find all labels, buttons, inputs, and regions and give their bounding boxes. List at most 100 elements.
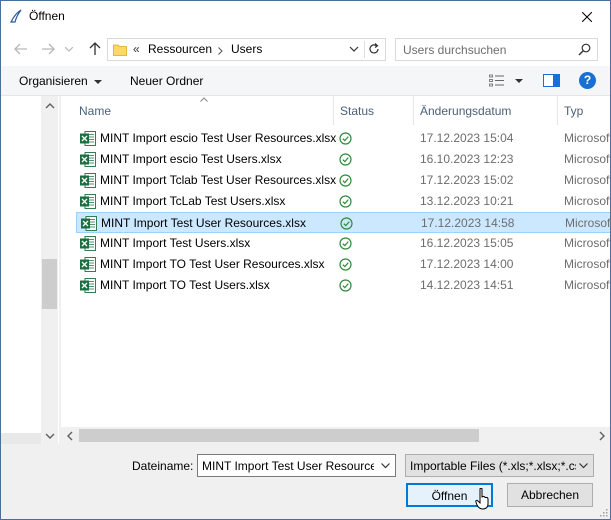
refresh-icon[interactable] bbox=[367, 42, 381, 56]
arrow-up-icon bbox=[89, 42, 101, 55]
dialog-footer: Dateiname: MINT Import Test User Resourc… bbox=[1, 444, 610, 519]
close-icon bbox=[582, 11, 592, 22]
filetype-select[interactable]: Importable Files (*.xls;*.xlsx;*.csv) bbox=[405, 454, 594, 477]
open-file-dialog: Öffnen « Ressourcen Users Users durchsuc… bbox=[0, 0, 611, 520]
search-input[interactable]: Users durchsuchen bbox=[403, 43, 506, 57]
file-row[interactable]: MINT Import TO Test User Resources.xlsx 1… bbox=[76, 254, 610, 275]
chevron-down-icon[interactable] bbox=[347, 42, 361, 56]
file-date: 17.12.2023 14:58 bbox=[421, 216, 515, 230]
file-date: 14.12.2023 14:51 bbox=[420, 278, 514, 292]
navigation-bar: « Ressourcen Users Users durchsuchen bbox=[1, 32, 610, 66]
column-divider[interactable] bbox=[557, 96, 558, 125]
search-box[interactable]: Users durchsuchen bbox=[395, 38, 598, 61]
arrow-left-icon bbox=[14, 43, 27, 55]
excel-file-icon bbox=[80, 278, 96, 293]
mouse-cursor-icon bbox=[475, 488, 489, 510]
excel-file-icon bbox=[81, 216, 97, 231]
file-date: 17.12.2023 15:04 bbox=[420, 131, 514, 145]
scroll-down-icon[interactable] bbox=[45, 432, 55, 440]
search-icon[interactable] bbox=[578, 43, 591, 56]
sync-status-ok-icon bbox=[340, 217, 353, 230]
file-date: 17.12.2023 14:00 bbox=[420, 257, 514, 271]
file-list[interactable]: Name Status Änderungsdatum Typ MINT Impo… bbox=[61, 96, 610, 444]
filename-label: Dateiname: bbox=[132, 459, 194, 473]
file-row[interactable]: MINT Import TcLab Test Users.xlsx 13.12.2… bbox=[76, 191, 610, 212]
forward-button[interactable] bbox=[39, 40, 57, 58]
app-logo-icon bbox=[10, 9, 22, 23]
cancel-button[interactable]: Abbrechen bbox=[507, 483, 593, 507]
scroll-right-icon[interactable] bbox=[598, 431, 606, 441]
navigation-pane-hscroll[interactable] bbox=[1, 433, 41, 444]
filename-input[interactable]: MINT Import Test User Resources bbox=[202, 459, 374, 473]
file-name: MINT Import Tclab Test User Resources.xl… bbox=[100, 173, 337, 187]
filename-combobox[interactable]: MINT Import Test User Resources bbox=[197, 454, 396, 477]
file-row[interactable]: MINT Import Tclab Test User Resources.xl… bbox=[76, 170, 610, 191]
file-list-hscroll-thumb[interactable] bbox=[79, 429, 479, 442]
view-options-caret-icon[interactable] bbox=[515, 79, 523, 83]
close-button[interactable] bbox=[564, 1, 610, 32]
file-date: 13.12.2023 10:21 bbox=[420, 194, 514, 208]
sync-status-ok-icon bbox=[339, 153, 352, 166]
sync-status-ok-icon bbox=[339, 174, 352, 187]
column-header-date[interactable]: Änderungsdatum bbox=[420, 96, 511, 125]
sync-status-ok-icon bbox=[339, 237, 352, 250]
folder-icon bbox=[113, 44, 127, 56]
scroll-left-icon[interactable] bbox=[66, 431, 74, 441]
scroll-up-icon[interactable] bbox=[45, 102, 55, 110]
details-view-icon[interactable] bbox=[489, 74, 505, 87]
file-row[interactable]: MINT Import Test User Resources.xlsx 17.1… bbox=[76, 212, 610, 233]
column-divider[interactable] bbox=[413, 96, 414, 125]
file-name: MINT Import escio Test User Resources.xl… bbox=[100, 131, 337, 145]
excel-file-icon bbox=[80, 194, 96, 209]
column-header-name[interactable]: Name bbox=[79, 96, 111, 125]
resize-grip-icon[interactable] bbox=[598, 507, 608, 517]
address-bar[interactable]: « Ressourcen Users bbox=[107, 38, 386, 61]
help-icon[interactable]: ? bbox=[579, 72, 596, 89]
caret-down-icon bbox=[93, 79, 102, 84]
organize-menu[interactable]: Organisieren bbox=[19, 74, 102, 88]
window-title: Öffnen bbox=[29, 9, 65, 23]
excel-file-icon bbox=[80, 257, 96, 272]
breadcrumb-ressourcen[interactable]: Ressourcen bbox=[148, 42, 212, 56]
excel-file-icon bbox=[80, 236, 96, 251]
file-name: MINT Import TO Test User Resources.xlsx bbox=[100, 257, 325, 271]
preview-pane-icon[interactable] bbox=[543, 74, 560, 87]
sync-status-ok-icon bbox=[339, 279, 352, 292]
address-divider bbox=[364, 41, 365, 58]
breadcrumb-users[interactable]: Users bbox=[231, 42, 262, 56]
breadcrumb-overflow[interactable]: « bbox=[133, 42, 140, 56]
file-name: MINT Import TcLab Test Users.xlsx bbox=[100, 194, 286, 208]
column-header-type[interactable]: Typ bbox=[564, 96, 583, 125]
file-name: MINT Import escio Test Users.xlsx bbox=[100, 152, 282, 166]
file-row[interactable]: MINT Import escio Test Users.xlsx 16.10.2… bbox=[76, 149, 610, 170]
excel-file-icon bbox=[80, 131, 96, 146]
up-button[interactable] bbox=[86, 40, 104, 58]
file-row[interactable]: MINT Import escio Test User Resources.xl… bbox=[76, 128, 610, 149]
file-type: Microsoft bbox=[564, 131, 610, 145]
title-bar: Öffnen bbox=[1, 1, 610, 32]
back-button[interactable] bbox=[12, 40, 30, 58]
arrow-right-icon bbox=[42, 43, 55, 55]
chevron-down-icon bbox=[65, 46, 73, 52]
organize-label: Organisieren bbox=[19, 74, 88, 88]
chevron-right-icon[interactable] bbox=[218, 47, 223, 55]
sync-status-ok-icon bbox=[339, 258, 352, 271]
filetype-value: Importable Files (*.xls;*.xlsx;*.csv) bbox=[410, 459, 576, 473]
file-type: Microsoft bbox=[564, 152, 610, 166]
chevron-down-icon[interactable] bbox=[578, 460, 589, 471]
file-date: 16.10.2023 12:23 bbox=[420, 152, 514, 166]
file-row[interactable]: MINT Import Test Users.xlsx 16.12.2023 15… bbox=[76, 233, 610, 254]
file-type: Microsoft bbox=[564, 173, 610, 187]
file-row[interactable]: MINT Import TO Test Users.xlsx 14.12.2023… bbox=[76, 275, 610, 296]
file-type: Microsoft bbox=[564, 194, 610, 208]
sort-ascending-icon bbox=[200, 97, 208, 102]
chevron-down-icon[interactable] bbox=[380, 460, 391, 471]
recent-locations-button[interactable] bbox=[63, 40, 75, 58]
column-divider[interactable] bbox=[333, 96, 334, 125]
navigation-pane-scroll-thumb[interactable] bbox=[42, 259, 57, 309]
navigation-pane[interactable] bbox=[1, 96, 59, 444]
column-header-status[interactable]: Status bbox=[340, 96, 374, 125]
file-list-hscroll[interactable] bbox=[61, 427, 610, 444]
file-type: Microsoft bbox=[565, 216, 610, 230]
new-folder-button[interactable]: Neuer Ordner bbox=[130, 74, 203, 88]
